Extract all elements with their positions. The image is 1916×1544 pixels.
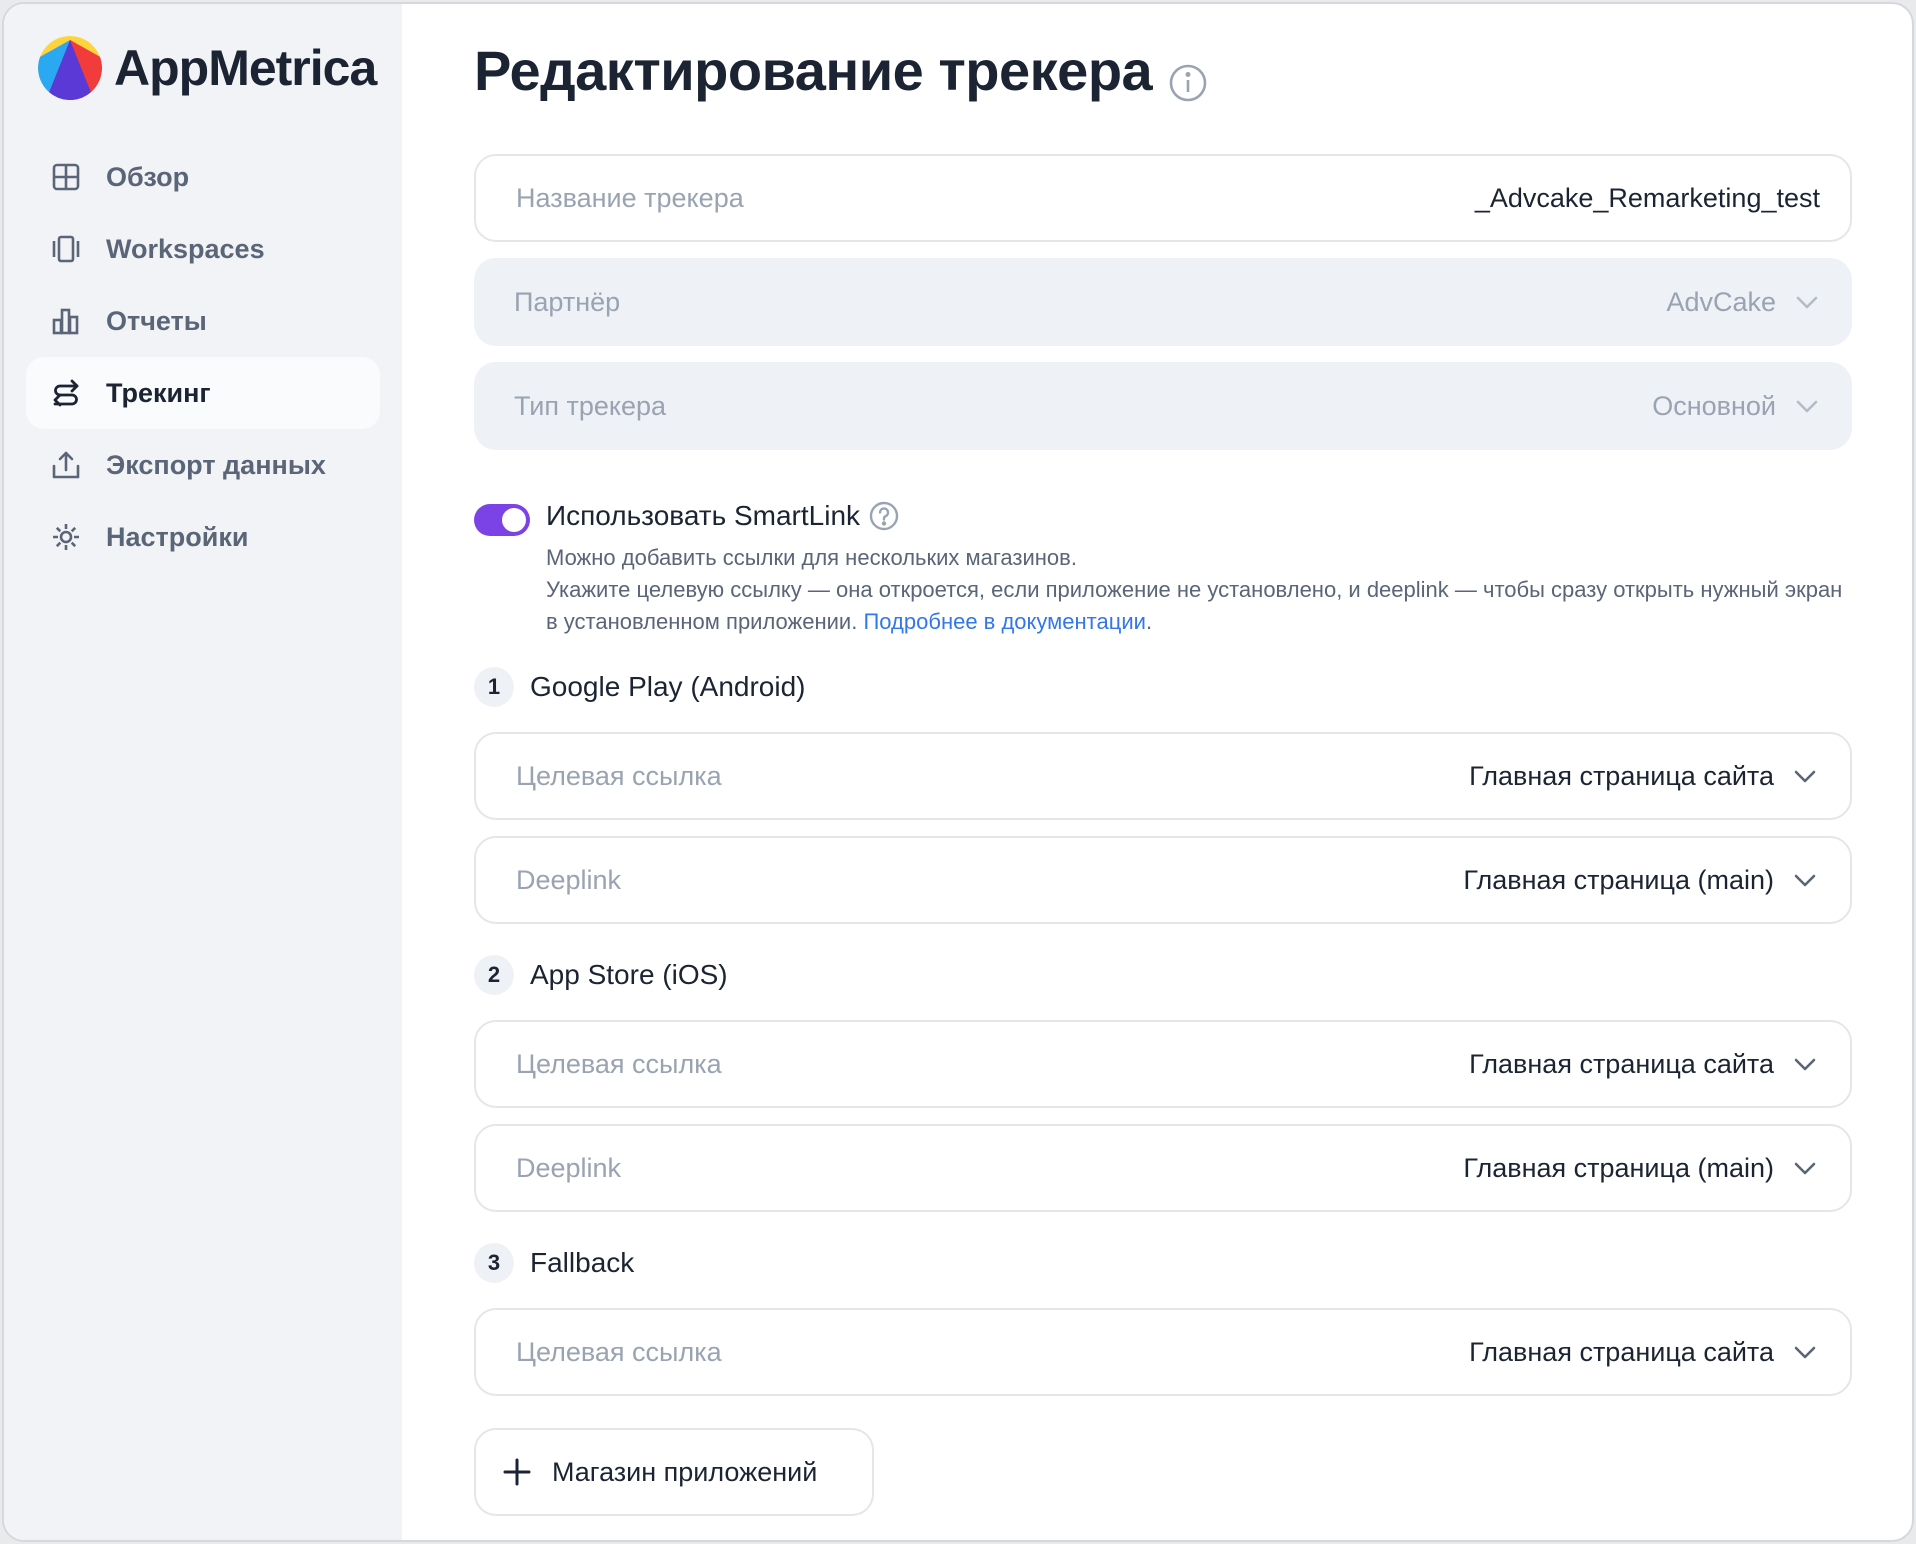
sidebar-item-label: Workspaces (106, 233, 265, 264)
sidebar: AppMetrica Обзор Workspaces Отчеты Треки… (4, 4, 402, 1540)
description-line: Можно добавить ссылки для нескольких маг… (546, 545, 1077, 570)
field-label: Целевая ссылка (516, 760, 722, 791)
chevron-down-icon (1794, 1162, 1816, 1175)
store-step-header: 2 App Store (iOS) (474, 955, 728, 995)
step-title: App Store (iOS) (530, 959, 728, 990)
appmetrica-logo-icon (38, 36, 102, 100)
app-name: AppMetrica (114, 40, 377, 96)
field-value: Главная страница сайта (1469, 1337, 1820, 1368)
add-store-label: Магазин приложений (552, 1456, 818, 1487)
smartlink-description: Можно добавить ссылки для нескольких маг… (546, 542, 1846, 638)
main-content: Редактирование трекера Название трекера … (402, 4, 1912, 1540)
documentation-link[interactable]: Подробнее в документации (863, 609, 1145, 634)
field-value: _Advcake_Remarketing_test (1474, 182, 1820, 213)
select-value: Главная страница сайта (1469, 1048, 1774, 1079)
select-value: AdvCake (1666, 286, 1776, 317)
sidebar-item-label: Экспорт данных (106, 449, 326, 480)
deeplink-select[interactable]: Deeplink Главная страница (main) (474, 836, 1852, 924)
field-value: AdvCake (1666, 287, 1822, 318)
field-label: Партнёр (514, 286, 621, 317)
field-label: Deeplink (516, 864, 622, 895)
step-title: Google Play (Android) (530, 671, 806, 702)
smartlink-toggle[interactable] (474, 504, 530, 536)
partner-select[interactable]: Партнёр AdvCake (474, 258, 1852, 346)
chevron-down-icon (1796, 400, 1818, 413)
chevron-down-icon (1794, 874, 1816, 887)
tracker-type-select[interactable]: Тип трекера Основной (474, 362, 1852, 450)
field-value: Основной (1652, 391, 1822, 422)
chevron-down-icon (1794, 1346, 1816, 1359)
plus-icon (503, 1458, 531, 1486)
workspaces-icon (50, 233, 82, 265)
field-value: Главная страница (main) (1463, 865, 1820, 896)
tracker-name-field[interactable]: Название трекера _Advcake_Remarketing_te… (474, 154, 1852, 242)
description-suffix: . (1145, 609, 1153, 634)
field-label: Целевая ссылка (516, 1336, 722, 1367)
select-value: Главная страница сайта (1469, 760, 1774, 791)
field-value: Главная страница сайта (1469, 761, 1820, 792)
chevron-down-icon (1794, 770, 1816, 783)
bar-chart-icon (50, 305, 82, 337)
sidebar-item-reports[interactable]: Отчеты (26, 285, 380, 357)
grid-icon (50, 161, 82, 193)
sidebar-item-label: Отчеты (106, 305, 207, 336)
target-link-select[interactable]: Целевая ссылка Главная страница сайта (474, 1308, 1852, 1396)
page-title-text: Редактирование трекера (474, 39, 1153, 102)
step-number: 1 (474, 667, 514, 707)
gear-icon (50, 521, 82, 553)
field-value: Главная страница сайта (1469, 1049, 1820, 1080)
field-label: Тип трекера (514, 390, 667, 421)
store-step-header: 1 Google Play (Android) (474, 667, 805, 707)
select-value: Главная страница (main) (1463, 864, 1774, 895)
select-value: Основной (1652, 390, 1776, 421)
target-link-select[interactable]: Целевая ссылка Главная страница сайта (474, 732, 1852, 820)
deeplink-select[interactable]: Deeplink Главная страница (main) (474, 1124, 1852, 1212)
target-link-select[interactable]: Целевая ссылка Главная страница сайта (474, 1020, 1852, 1108)
page-title: Редактирование трекера (474, 38, 1208, 103)
logo[interactable]: AppMetrica (38, 36, 377, 100)
help-icon[interactable] (868, 500, 900, 532)
sidebar-nav: Обзор Workspaces Отчеты Трекинг Экспорт … (26, 141, 380, 573)
step-number: 2 (474, 955, 514, 995)
field-value: Главная страница (main) (1463, 1153, 1820, 1184)
sidebar-item-export[interactable]: Экспорт данных (26, 429, 380, 501)
sidebar-item-tracking[interactable]: Трекинг (26, 357, 380, 429)
tracking-arrows-icon (50, 377, 82, 409)
export-icon (50, 449, 82, 481)
select-value: Главная страница сайта (1469, 1336, 1774, 1367)
step-title: Fallback (530, 1247, 635, 1278)
sidebar-item-label: Трекинг (106, 377, 211, 408)
toggle-knob (502, 508, 526, 532)
sidebar-item-label: Настройки (106, 521, 249, 552)
sidebar-item-settings[interactable]: Настройки (26, 501, 380, 573)
sidebar-item-label: Обзор (106, 161, 190, 192)
chevron-down-icon (1794, 1058, 1816, 1071)
smartlink-title-text: Использовать SmartLink (546, 500, 861, 531)
field-label: Название трекера (516, 182, 744, 213)
add-store-button[interactable]: Магазин приложений (474, 1428, 874, 1516)
description-line: Укажите целевую ссылку — она откроется, … (546, 574, 1846, 638)
step-number: 3 (474, 1243, 514, 1283)
app-window: AppMetrica Обзор Workspaces Отчеты Треки… (2, 2, 1914, 1542)
select-value: Главная страница (main) (1463, 1152, 1774, 1183)
field-label: Целевая ссылка (516, 1048, 722, 1079)
info-icon[interactable] (1168, 51, 1208, 101)
sidebar-item-overview[interactable]: Обзор (26, 141, 380, 213)
field-label: Deeplink (516, 1152, 622, 1183)
smartlink-title: Использовать SmartLink (546, 500, 900, 532)
sidebar-item-workspaces[interactable]: Workspaces (26, 213, 380, 285)
description-text: Укажите целевую ссылку — она откроется, … (546, 577, 1843, 634)
store-step-header: 3 Fallback (474, 1243, 634, 1283)
chevron-down-icon (1796, 296, 1818, 309)
